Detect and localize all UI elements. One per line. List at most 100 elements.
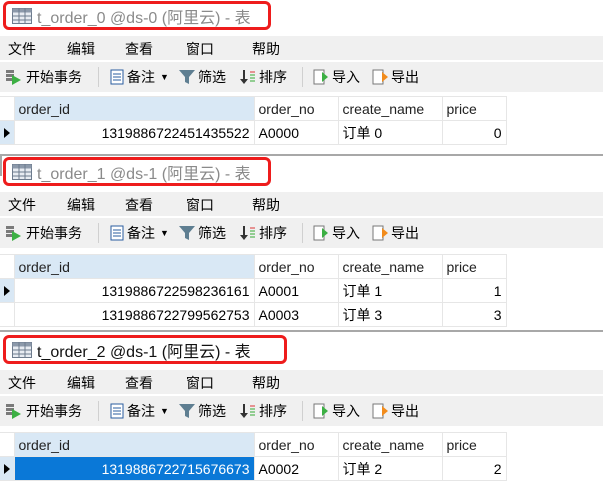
- sort-label: 排序: [259, 403, 287, 419]
- export-button[interactable]: 导出: [372, 223, 419, 243]
- export-button[interactable]: 导出: [372, 401, 419, 421]
- table-row[interactable]: 1319886722598236161 A0001 订单 1 1: [0, 278, 507, 303]
- row-indicator[interactable]: [0, 278, 15, 303]
- toolbar: 开始事务 备注 ▼ 筛选 排序 导入 导出: [0, 62, 603, 92]
- cell-order-no[interactable]: A0003: [253, 302, 339, 327]
- begin-transaction-button[interactable]: 开始事务: [5, 401, 82, 421]
- title-highlight-box: t_order_0 @ds-0 (阿里云) - 表: [3, 1, 271, 30]
- table-row[interactable]: 1319886722451435522 A0000 订单 0 0: [0, 120, 507, 145]
- table-row[interactable]: 1319886722799562753 A0003 订单 3 3: [0, 302, 507, 327]
- filter-button[interactable]: 筛选: [179, 401, 226, 421]
- export-button[interactable]: 导出: [372, 67, 419, 87]
- cell-create-name[interactable]: 订单 3: [337, 302, 443, 327]
- menu-help[interactable]: 帮助: [252, 195, 280, 215]
- menu-view[interactable]: 查看: [125, 39, 153, 59]
- current-row-arrow-icon: [4, 127, 10, 138]
- column-header-price[interactable]: price: [441, 432, 507, 457]
- cell-order-id[interactable]: 1319886722715676673: [13, 456, 255, 481]
- column-header-order-no[interactable]: order_no: [253, 96, 339, 121]
- cell-order-no[interactable]: A0001: [253, 278, 339, 303]
- header-row: order_id order_no create_name price: [0, 254, 507, 279]
- cell-price[interactable]: 1: [441, 278, 507, 303]
- menu-view[interactable]: 查看: [125, 373, 153, 393]
- cell-order-id[interactable]: 1319886722598236161: [13, 278, 255, 303]
- memo-icon: [110, 225, 124, 241]
- toolbar: 开始事务 备注 ▼ 筛选 排序 导入 导出: [0, 218, 603, 248]
- menu-file[interactable]: 文件: [8, 195, 36, 215]
- import-label: 导入: [332, 69, 360, 85]
- cell-create-name[interactable]: 订单 2: [337, 456, 443, 481]
- menu-bar: 文件 编辑 查看 窗口 帮助: [0, 36, 603, 60]
- dropdown-caret-icon[interactable]: ▼: [160, 72, 169, 82]
- column-header-create-name[interactable]: create_name: [337, 254, 443, 279]
- cell-create-name[interactable]: 订单 1: [337, 278, 443, 303]
- column-header-order-id[interactable]: order_id: [13, 254, 255, 279]
- sort-button[interactable]: 排序: [240, 223, 287, 243]
- cell-order-id[interactable]: 1319886722451435522: [13, 120, 255, 145]
- filter-button[interactable]: 筛选: [179, 223, 226, 243]
- column-header-order-no[interactable]: order_no: [253, 254, 339, 279]
- column-header-order-no[interactable]: order_no: [253, 432, 339, 457]
- export-label: 导出: [391, 403, 419, 419]
- sort-button[interactable]: 排序: [240, 401, 287, 421]
- row-indicator[interactable]: [0, 302, 15, 327]
- memo-button[interactable]: 备注 ▼: [110, 401, 169, 421]
- menu-edit[interactable]: 编辑: [67, 195, 95, 215]
- cell-order-no[interactable]: A0000: [253, 120, 339, 145]
- begin-transaction-label: 开始事务: [26, 69, 82, 85]
- import-button[interactable]: 导入: [313, 223, 360, 243]
- memo-icon: [110, 403, 124, 419]
- import-button[interactable]: 导入: [313, 67, 360, 87]
- cell-price[interactable]: 2: [441, 456, 507, 481]
- memo-label: 备注: [127, 225, 155, 241]
- column-header-create-name[interactable]: create_name: [337, 432, 443, 457]
- menu-file[interactable]: 文件: [8, 373, 36, 393]
- import-label: 导入: [332, 403, 360, 419]
- column-header-price[interactable]: price: [441, 96, 507, 121]
- column-header-order-id[interactable]: order_id: [13, 96, 255, 121]
- dropdown-caret-icon[interactable]: ▼: [160, 228, 169, 238]
- filter-button[interactable]: 筛选: [179, 67, 226, 87]
- menu-edit[interactable]: 编辑: [67, 39, 95, 59]
- begin-transaction-button[interactable]: 开始事务: [5, 223, 82, 243]
- cell-order-id[interactable]: 1319886722799562753: [13, 302, 255, 327]
- memo-button[interactable]: 备注 ▼: [110, 67, 169, 87]
- window-titlebar: t_order_2 @ds-1 (阿里云) - 表: [0, 334, 603, 372]
- title-highlight-box: t_order_2 @ds-1 (阿里云) - 表: [3, 335, 287, 364]
- menu-window[interactable]: 窗口: [186, 195, 214, 215]
- cell-order-no[interactable]: A0002: [253, 456, 339, 481]
- data-table: order_id order_no create_name price 1319…: [0, 432, 507, 481]
- row-indicator[interactable]: [0, 120, 15, 145]
- memo-label: 备注: [127, 403, 155, 419]
- sort-icon: [240, 226, 255, 240]
- menu-help[interactable]: 帮助: [252, 39, 280, 59]
- sort-button[interactable]: 排序: [240, 67, 287, 87]
- menu-window[interactable]: 窗口: [186, 373, 214, 393]
- menu-edit[interactable]: 编辑: [67, 373, 95, 393]
- column-header-order-id[interactable]: order_id: [13, 432, 255, 457]
- import-label: 导入: [332, 225, 360, 241]
- filter-icon: [179, 404, 195, 418]
- column-header-create-name[interactable]: create_name: [337, 96, 443, 121]
- menu-help[interactable]: 帮助: [252, 373, 280, 393]
- begin-transaction-button[interactable]: 开始事务: [5, 67, 82, 87]
- menu-bar: 文件 编辑 查看 窗口 帮助: [0, 192, 603, 216]
- current-row-arrow-icon: [4, 463, 10, 474]
- table-row[interactable]: 1319886722715676673 A0002 订单 2 2: [0, 456, 507, 481]
- cell-price[interactable]: 0: [441, 120, 507, 145]
- toolbar-separator: [302, 223, 303, 243]
- header-corner: [0, 432, 15, 457]
- import-icon: [313, 225, 328, 241]
- begin-transaction-label: 开始事务: [26, 403, 82, 419]
- dropdown-caret-icon[interactable]: ▼: [160, 406, 169, 416]
- column-header-price[interactable]: price: [441, 254, 507, 279]
- export-icon: [372, 69, 388, 85]
- menu-file[interactable]: 文件: [8, 39, 36, 59]
- menu-view[interactable]: 查看: [125, 195, 153, 215]
- cell-create-name[interactable]: 订单 0: [337, 120, 443, 145]
- menu-window[interactable]: 窗口: [186, 39, 214, 59]
- memo-button[interactable]: 备注 ▼: [110, 223, 169, 243]
- import-button[interactable]: 导入: [313, 401, 360, 421]
- cell-price[interactable]: 3: [441, 302, 507, 327]
- row-indicator[interactable]: [0, 456, 15, 481]
